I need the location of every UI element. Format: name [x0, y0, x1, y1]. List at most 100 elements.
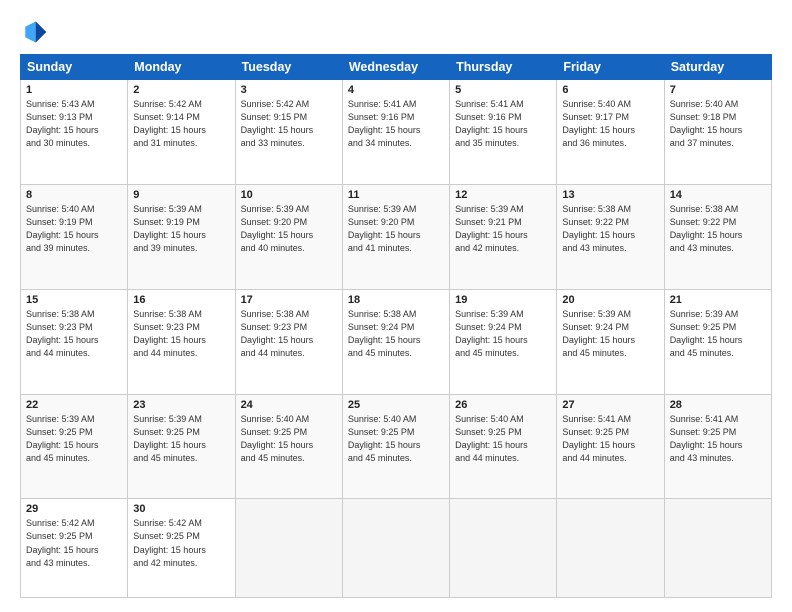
day-number: 7 [670, 84, 766, 96]
day-number: 3 [241, 84, 337, 96]
day-number: 11 [348, 189, 444, 201]
day-info: Sunrise: 5:42 AMSunset: 9:25 PMDaylight:… [133, 517, 229, 569]
calendar-week-1: 1 Sunrise: 5:43 AMSunset: 9:13 PMDaylight… [21, 80, 772, 185]
calendar-cell: 25 Sunrise: 5:40 AMSunset: 9:25 PMDayligh… [342, 394, 449, 499]
calendar-week-2: 8 Sunrise: 5:40 AMSunset: 9:19 PMDaylight… [21, 184, 772, 289]
day-number: 6 [562, 84, 658, 96]
day-info: Sunrise: 5:41 AMSunset: 9:16 PMDaylight:… [455, 98, 551, 150]
day-info: Sunrise: 5:43 AMSunset: 9:13 PMDaylight:… [26, 98, 122, 150]
col-header-tuesday: Tuesday [235, 55, 342, 80]
day-info: Sunrise: 5:38 AMSunset: 9:23 PMDaylight:… [133, 308, 229, 360]
day-info: Sunrise: 5:39 AMSunset: 9:20 PMDaylight:… [348, 203, 444, 255]
day-info: Sunrise: 5:40 AMSunset: 9:19 PMDaylight:… [26, 203, 122, 255]
day-info: Sunrise: 5:39 AMSunset: 9:24 PMDaylight:… [562, 308, 658, 360]
day-number: 1 [26, 84, 122, 96]
calendar-cell: 20 Sunrise: 5:39 AMSunset: 9:24 PMDayligh… [557, 289, 664, 394]
col-header-monday: Monday [128, 55, 235, 80]
day-number: 18 [348, 294, 444, 306]
day-info: Sunrise: 5:39 AMSunset: 9:25 PMDaylight:… [133, 413, 229, 465]
calendar-cell [450, 499, 557, 598]
day-info: Sunrise: 5:42 AMSunset: 9:15 PMDaylight:… [241, 98, 337, 150]
day-info: Sunrise: 5:38 AMSunset: 9:24 PMDaylight:… [348, 308, 444, 360]
calendar-cell: 13 Sunrise: 5:38 AMSunset: 9:22 PMDayligh… [557, 184, 664, 289]
calendar-cell: 28 Sunrise: 5:41 AMSunset: 9:25 PMDayligh… [664, 394, 771, 499]
day-info: Sunrise: 5:41 AMSunset: 9:25 PMDaylight:… [670, 413, 766, 465]
calendar-cell: 24 Sunrise: 5:40 AMSunset: 9:25 PMDayligh… [235, 394, 342, 499]
calendar-cell [342, 499, 449, 598]
day-number: 20 [562, 294, 658, 306]
day-info: Sunrise: 5:40 AMSunset: 9:18 PMDaylight:… [670, 98, 766, 150]
calendar-cell: 7 Sunrise: 5:40 AMSunset: 9:18 PMDaylight… [664, 80, 771, 185]
day-number: 28 [670, 399, 766, 411]
day-info: Sunrise: 5:42 AMSunset: 9:14 PMDaylight:… [133, 98, 229, 150]
calendar-cell: 29 Sunrise: 5:42 AMSunset: 9:25 PMDayligh… [21, 499, 128, 598]
day-number: 23 [133, 399, 229, 411]
day-number: 16 [133, 294, 229, 306]
day-number: 10 [241, 189, 337, 201]
col-header-saturday: Saturday [664, 55, 771, 80]
calendar-cell: 23 Sunrise: 5:39 AMSunset: 9:25 PMDayligh… [128, 394, 235, 499]
day-info: Sunrise: 5:41 AMSunset: 9:25 PMDaylight:… [562, 413, 658, 465]
calendar-cell: 2 Sunrise: 5:42 AMSunset: 9:14 PMDaylight… [128, 80, 235, 185]
calendar-cell [664, 499, 771, 598]
calendar-cell: 21Sunrise: 5:39 AMSunset: 9:25 PMDayligh… [664, 289, 771, 394]
day-number: 29 [26, 503, 122, 515]
calendar: SundayMondayTuesdayWednesdayThursdayFrid… [20, 54, 772, 598]
day-info: Sunrise: 5:40 AMSunset: 9:25 PMDaylight:… [455, 413, 551, 465]
day-info: Sunrise: 5:39 AMSunset: 9:20 PMDaylight:… [241, 203, 337, 255]
calendar-cell: 19 Sunrise: 5:39 AMSunset: 9:24 PMDayligh… [450, 289, 557, 394]
day-number: 13 [562, 189, 658, 201]
calendar-cell: 9Sunrise: 5:39 AMSunset: 9:19 PMDaylight… [128, 184, 235, 289]
calendar-cell: 17 Sunrise: 5:38 AMSunset: 9:23 PMDayligh… [235, 289, 342, 394]
calendar-week-5: 29 Sunrise: 5:42 AMSunset: 9:25 PMDayligh… [21, 499, 772, 598]
day-number: 15 [26, 294, 122, 306]
day-number: 21 [670, 294, 766, 306]
day-number: 26 [455, 399, 551, 411]
day-number: 22 [26, 399, 122, 411]
day-info: Sunrise: 5:38 AMSunset: 9:23 PMDaylight:… [241, 308, 337, 360]
calendar-cell: 18 Sunrise: 5:38 AMSunset: 9:24 PMDayligh… [342, 289, 449, 394]
day-number: 14 [670, 189, 766, 201]
day-info: Sunrise: 5:40 AMSunset: 9:25 PMDaylight:… [348, 413, 444, 465]
day-info: Sunrise: 5:39 AMSunset: 9:21 PMDaylight:… [455, 203, 551, 255]
day-number: 2 [133, 84, 229, 96]
day-number: 27 [562, 399, 658, 411]
day-info: Sunrise: 5:39 AMSunset: 9:24 PMDaylight:… [455, 308, 551, 360]
day-number: 30 [133, 503, 229, 515]
day-number: 24 [241, 399, 337, 411]
logo-icon [20, 18, 48, 46]
day-number: 4 [348, 84, 444, 96]
calendar-cell: 16 Sunrise: 5:38 AMSunset: 9:23 PMDayligh… [128, 289, 235, 394]
day-info: Sunrise: 5:42 AMSunset: 9:25 PMDaylight:… [26, 517, 122, 569]
day-info: Sunrise: 5:39 AMSunset: 9:25 PMDaylight:… [26, 413, 122, 465]
day-info: Sunrise: 5:41 AMSunset: 9:16 PMDaylight:… [348, 98, 444, 150]
day-info: Sunrise: 5:38 AMSunset: 9:23 PMDaylight:… [26, 308, 122, 360]
day-number: 19 [455, 294, 551, 306]
page: SundayMondayTuesdayWednesdayThursdayFrid… [0, 0, 792, 612]
day-info: Sunrise: 5:40 AMSunset: 9:25 PMDaylight:… [241, 413, 337, 465]
header-row: SundayMondayTuesdayWednesdayThursdayFrid… [21, 55, 772, 80]
calendar-cell: 27 Sunrise: 5:41 AMSunset: 9:25 PMDayligh… [557, 394, 664, 499]
day-number: 25 [348, 399, 444, 411]
calendar-cell: 26 Sunrise: 5:40 AMSunset: 9:25 PMDayligh… [450, 394, 557, 499]
calendar-cell [235, 499, 342, 598]
calendar-cell [557, 499, 664, 598]
col-header-friday: Friday [557, 55, 664, 80]
calendar-cell: 10 Sunrise: 5:39 AMSunset: 9:20 PMDayligh… [235, 184, 342, 289]
col-header-thursday: Thursday [450, 55, 557, 80]
calendar-cell: 4 Sunrise: 5:41 AMSunset: 9:16 PMDaylight… [342, 80, 449, 185]
day-info: Sunrise: 5:40 AMSunset: 9:17 PMDaylight:… [562, 98, 658, 150]
calendar-week-4: 22 Sunrise: 5:39 AMSunset: 9:25 PMDayligh… [21, 394, 772, 499]
col-header-wednesday: Wednesday [342, 55, 449, 80]
calendar-cell: 12 Sunrise: 5:39 AMSunset: 9:21 PMDayligh… [450, 184, 557, 289]
day-number: 5 [455, 84, 551, 96]
day-number: 9 [133, 189, 229, 201]
calendar-cell: 14Sunrise: 5:38 AMSunset: 9:22 PMDayligh… [664, 184, 771, 289]
calendar-cell: 8 Sunrise: 5:40 AMSunset: 9:19 PMDaylight… [21, 184, 128, 289]
day-info: Sunrise: 5:38 AMSunset: 9:22 PMDaylight:… [562, 203, 658, 255]
calendar-cell: 30 Sunrise: 5:42 AMSunset: 9:25 PMDayligh… [128, 499, 235, 598]
day-number: 17 [241, 294, 337, 306]
col-header-sunday: Sunday [21, 55, 128, 80]
day-number: 8 [26, 189, 122, 201]
day-number: 12 [455, 189, 551, 201]
